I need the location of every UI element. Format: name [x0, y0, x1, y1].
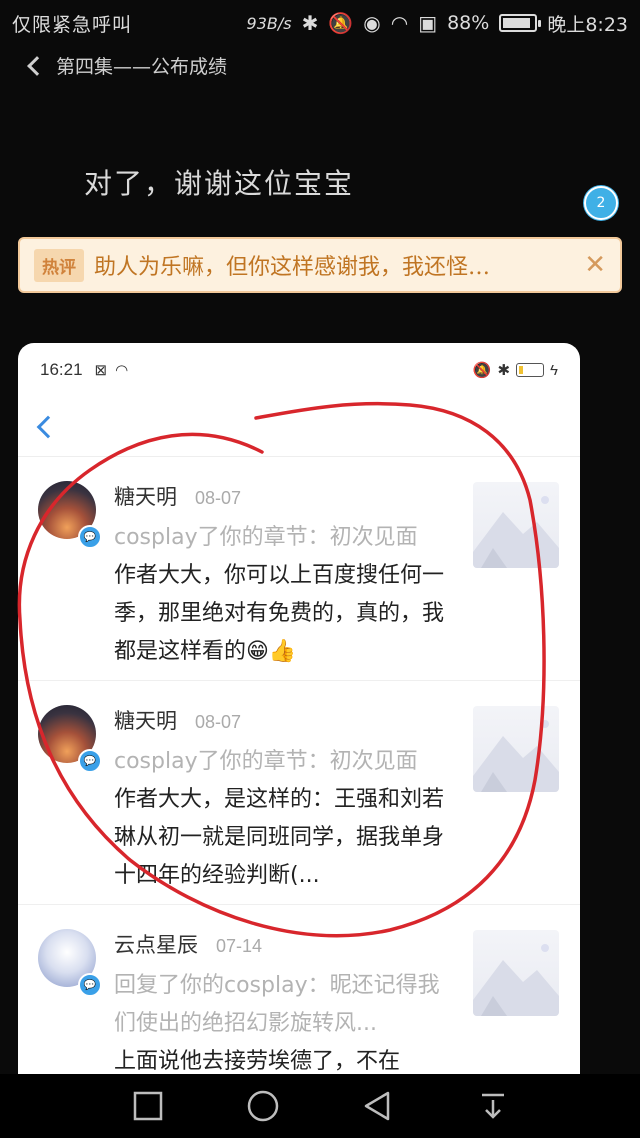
inner-nav-bar [18, 397, 580, 457]
back-button[interactable] [354, 1082, 402, 1130]
mute-icon: 🔕 [472, 362, 492, 379]
item-reference: cosplay了你的章节：初次见面 [114, 749, 418, 774]
thumbnail-image[interactable] [473, 930, 559, 1016]
notification-icon: ⊠ [94, 362, 108, 379]
hot-comment-tag: 热评 [34, 248, 84, 282]
bluetooth-icon: ✱ [497, 362, 511, 379]
triangle-back-icon [364, 1091, 389, 1121]
close-icon[interactable]: ✕ [584, 252, 606, 278]
item-meta: 糖天明 08-07 [114, 481, 241, 511]
user-name[interactable]: 云点星辰 [114, 929, 198, 959]
battery-percent: 88% [447, 12, 490, 34]
item-content: 作者大大，是这样的：王强和刘若琳从初一就是同班同学，据我单身十四年的经验判断(.… [114, 787, 445, 888]
recent-apps-button[interactable] [124, 1082, 172, 1130]
hot-comment-banner[interactable]: 热评 助人为乐嘛，但你这样感谢我，我还怪… ✕ [18, 237, 622, 293]
user-name[interactable]: 糖天明 [114, 481, 177, 511]
wifi-icon: ◠ [390, 11, 409, 35]
eye-icon: ◉ [363, 11, 381, 35]
item-meta: 云点星辰 07-14 [114, 929, 262, 959]
chapter-body-text: 对了，谢谢这位宝宝 [84, 167, 355, 200]
list-item[interactable]: 💬 糖天明 08-07 cosplay了你的章节：初次见面 作者大大，你可以上百… [18, 457, 580, 681]
item-date: 07-14 [216, 936, 263, 956]
carrier-label: 仅限紧急呼叫 [12, 13, 133, 36]
mute-icon: 🔕 [328, 11, 354, 35]
status-right: 93B/s ✱ 🔕 ◉ ◠ ▣ 88% 晚上8:23 [247, 10, 628, 37]
embedded-screenshot: 16:21 ⊠ ◠ 🔕 ✱ ϟ 💬 糖天明 08-07 cosplay了你的章节… [18, 343, 580, 1103]
system-nav-bar [0, 1074, 640, 1138]
square-icon [133, 1091, 162, 1121]
top-nav: 第四集——公布成绩 [27, 52, 228, 79]
pull-down-icon [481, 1093, 504, 1119]
net-speed: 93B/s [246, 13, 292, 33]
comment-badge-icon: 💬 [78, 525, 102, 549]
item-date: 08-07 [195, 488, 242, 508]
item-meta: 糖天明 08-07 [114, 705, 241, 735]
charging-icon: ϟ [550, 361, 558, 379]
inner-time: 16:21 [40, 360, 83, 379]
battery-icon [499, 14, 542, 32]
inner-status-right: 🔕 ✱ ϟ [472, 361, 558, 380]
battery-icon [516, 363, 545, 377]
inner-status-bar: 16:21 ⊠ ◠ 🔕 ✱ ϟ [18, 343, 580, 397]
home-button[interactable] [239, 1082, 287, 1130]
status-bar: 仅限紧急呼叫 93B/s ✱ 🔕 ◉ ◠ ▣ 88% 晚上8:23 [0, 0, 640, 46]
hot-comment-text: 助人为乐嘛，但你这样感谢我，我还怪… [94, 255, 491, 280]
list-item[interactable]: 💬 糖天明 08-07 cosplay了你的章节：初次见面 作者大大，是这样的：… [18, 681, 580, 905]
item-content: 作者大大，你可以上百度搜任何一季，那里绝对有免费的，真的，我都是这样看的😁👍 [114, 563, 445, 664]
sim-icon: ▣ [418, 11, 438, 35]
item-reference: cosplay了你的章节：初次见面 [114, 525, 418, 550]
chapter-title: 第四集——公布成绩 [56, 56, 228, 78]
user-name[interactable]: 糖天明 [114, 705, 177, 735]
comment-count-badge[interactable]: 2 [584, 186, 618, 220]
wifi-icon: ◠ [115, 362, 129, 379]
back-chevron-icon[interactable] [27, 55, 47, 76]
item-reference: 回复了你的cosplay：昵还记得我们使出的绝招幻影旋转风... [114, 973, 440, 1036]
circle-icon [247, 1090, 278, 1122]
thumbnail-image[interactable] [473, 482, 559, 568]
item-date: 08-07 [195, 712, 242, 732]
status-time: 晚上8:23 [547, 13, 628, 36]
notification-pull-button[interactable] [469, 1082, 517, 1130]
bluetooth-icon: ✱ [301, 11, 319, 35]
back-chevron-icon[interactable] [36, 415, 60, 438]
thumbnail-image[interactable] [473, 706, 559, 792]
comment-badge-icon: 💬 [78, 749, 102, 773]
comment-badge-icon: 💬 [78, 973, 102, 997]
